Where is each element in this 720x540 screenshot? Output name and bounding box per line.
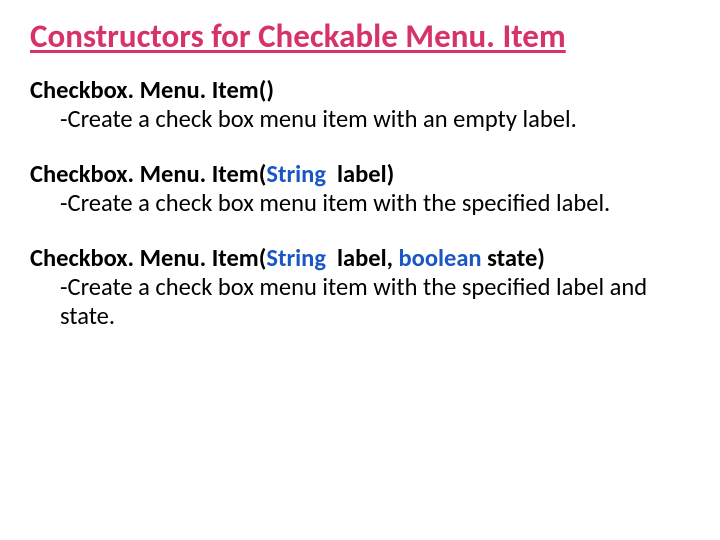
- constructor-description: -Create a check box menu item with the s…: [30, 189, 690, 218]
- sig-pre: Checkbox. Menu. Item(: [30, 243, 266, 273]
- constructor-entry: Checkbox. Menu. Item() -Create a check b…: [30, 76, 690, 134]
- constructor-description: -Create a check box menu item with an em…: [30, 105, 690, 134]
- page-title: Constructors for Checkable Menu. Item: [30, 18, 690, 54]
- constructor-signature: Checkbox. Menu. Item(): [30, 76, 690, 105]
- sig-post: state): [482, 243, 545, 273]
- sig-pre: Checkbox. Menu. Item(): [30, 75, 274, 105]
- sig-mid: label): [326, 159, 394, 189]
- type-keyword: String: [266, 243, 326, 273]
- type-keyword: boolean: [399, 243, 482, 273]
- constructor-entry: Checkbox. Menu. Item(String label) -Crea…: [30, 160, 690, 218]
- sig-mid: label,: [326, 243, 399, 273]
- constructor-description: -Create a check box menu item with the s…: [30, 273, 690, 331]
- type-keyword: String: [266, 159, 326, 189]
- constructor-signature: Checkbox. Menu. Item(String label): [30, 160, 690, 189]
- constructor-entry: Checkbox. Menu. Item(String label, boole…: [30, 244, 690, 331]
- constructor-signature: Checkbox. Menu. Item(String label, boole…: [30, 244, 690, 273]
- sig-pre: Checkbox. Menu. Item(: [30, 159, 266, 189]
- slide: Constructors for Checkable Menu. Item Ch…: [0, 0, 720, 540]
